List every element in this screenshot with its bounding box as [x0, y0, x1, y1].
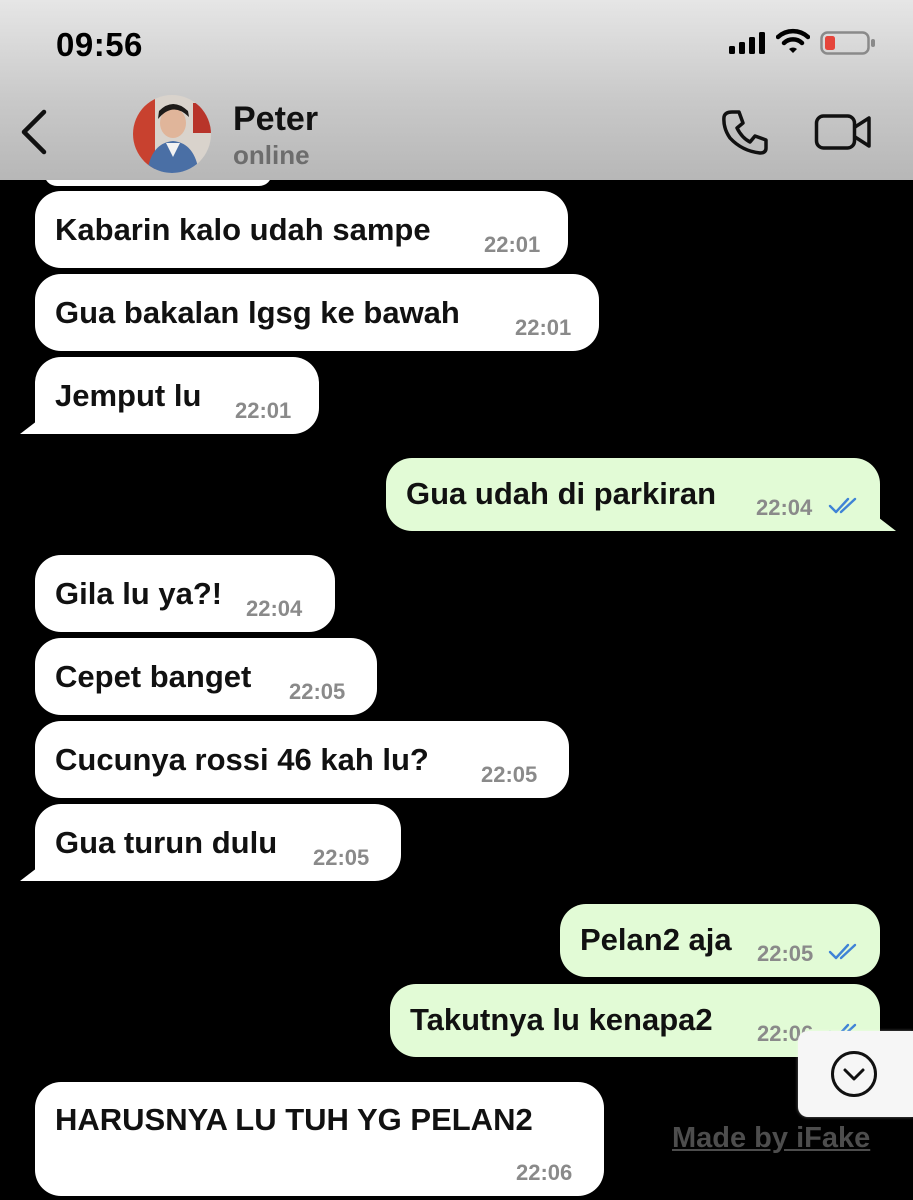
contact-status: online	[233, 140, 310, 170]
double-check-read-icon	[828, 497, 857, 514]
message-bubble-incoming[interactable]: Cepet banget 22:05	[35, 638, 377, 715]
message-time: 22:01	[515, 315, 572, 340]
watermark: Made by iFake	[672, 1122, 871, 1154]
message-text: Gua bakalan lgsg ke bawah	[55, 295, 460, 330]
message-text: Kabarin kalo udah sampe	[55, 212, 431, 247]
chevron-down-circle-icon	[831, 1051, 877, 1097]
message-time: 22:05	[481, 762, 538, 787]
message-text: Gua udah di parkiran	[406, 476, 717, 511]
message-text: Takutnya lu kenapa2	[410, 1002, 713, 1037]
chevron-left-icon[interactable]	[18, 108, 48, 156]
status-bar-time: 09:56	[56, 26, 143, 63]
message-time: 22:01	[235, 398, 292, 423]
message-time: 22:01	[484, 232, 541, 257]
message-bubble-incoming[interactable]: Gua bakalan lgsg ke bawah 22:01	[35, 274, 599, 351]
message-text: HARUSNYA LU TUH YG PELAN2	[55, 1102, 533, 1137]
message-text: Cucunya rossi 46 kah lu?	[55, 742, 429, 777]
cellular-signal-icon	[729, 32, 765, 54]
message-bubble-incoming[interactable]: Cucunya rossi 46 kah lu? 22:05	[35, 721, 569, 798]
message-text: Cepet banget	[55, 659, 252, 694]
message-bubble-incoming[interactable]: Gua turun dulu 22:05	[35, 804, 401, 881]
message-time: 22:05	[313, 845, 370, 870]
double-check-read-icon	[828, 943, 857, 960]
message-time: 22:05	[757, 941, 814, 966]
message-bubble-incoming[interactable]: Gila lu ya?! 22:04	[35, 555, 335, 632]
message-text: Gila lu ya?!	[55, 576, 223, 611]
message-time: 22:06	[516, 1160, 573, 1185]
message-bubble-incoming[interactable]: Jemput lu 22:01	[35, 357, 319, 434]
video-camera-icon[interactable]	[814, 112, 872, 152]
avatar[interactable]	[133, 95, 211, 173]
battery-low-icon	[820, 31, 875, 55]
scroll-to-bottom-button[interactable]	[798, 1031, 913, 1117]
message-time: 22:05	[289, 679, 346, 704]
phone-icon[interactable]	[720, 108, 770, 156]
wifi-icon	[776, 28, 810, 53]
message-bubble-incoming[interactable]: HARUSNYA LU TUH YG PELAN2 22:06	[35, 1082, 604, 1196]
message-bubble-outgoing[interactable]: Pelan2 aja 22:05	[560, 904, 880, 977]
message-text: Jemput lu	[55, 378, 202, 413]
chat-header: 09:56 Peter online	[0, 0, 913, 180]
contact-name[interactable]: Peter	[233, 100, 318, 139]
message-text: Pelan2 aja	[580, 922, 732, 957]
message-text: Gua turun dulu	[55, 825, 278, 860]
message-time: 22:04	[756, 495, 813, 520]
message-time: 22:04	[246, 596, 303, 621]
message-bubble-outgoing[interactable]: Gua udah di parkiran 22:04	[386, 458, 880, 531]
message-bubble-incoming[interactable]: Kabarin kalo udah sampe 22:01	[35, 191, 568, 268]
